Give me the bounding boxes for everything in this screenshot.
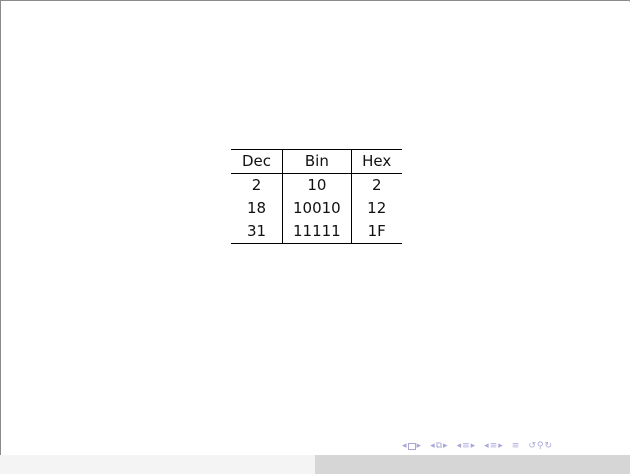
nav-next-slide-icon[interactable]: ▸: [498, 441, 503, 451]
cell-bin: 10010: [282, 197, 352, 220]
toc-nav-group: ≡: [512, 441, 520, 451]
nav-forward-icon[interactable]: ↻: [544, 441, 552, 451]
header-hex: Hex: [362, 152, 392, 170]
nav-section-icon[interactable]: ⧉: [436, 441, 442, 451]
cell-dec: 18: [246, 199, 267, 217]
nav-toc-icon[interactable]: ≡: [512, 441, 520, 451]
cell-hex: 12: [367, 199, 387, 217]
nav-back-icon[interactable]: ↺: [528, 441, 536, 451]
cell-bin: 10: [282, 173, 352, 197]
nav-last-icon[interactable]: ▸: [417, 441, 422, 451]
slide-nav-group: ◂ ≡ ▸: [484, 441, 503, 451]
nav-frame-icon[interactable]: [407, 442, 416, 450]
cell-dec: 31: [246, 222, 267, 240]
nav-next-subsection-icon[interactable]: ▸: [471, 441, 476, 451]
nav-prev-slide-icon[interactable]: ◂: [484, 441, 489, 451]
table-row: 18 10010 12: [231, 197, 402, 220]
nav-search-icon[interactable]: ⚲: [537, 441, 544, 451]
nav-slide-icon[interactable]: ≡: [490, 441, 498, 451]
header-dec: Dec: [241, 152, 272, 170]
conversion-table: Dec Bin Hex 2 10 2 18 10010 12 31 11111 …: [231, 149, 402, 244]
window-frame: Dec Bin Hex 2 10 2 18 10010 12 31 11111 …: [0, 0, 630, 474]
header-bin: Bin: [282, 149, 352, 174]
nav-prev-subsection-icon[interactable]: ◂: [457, 441, 462, 451]
nav-prev-section-icon[interactable]: ◂: [430, 441, 435, 451]
table-header-row: Dec Bin Hex: [231, 149, 402, 174]
nav-first-icon[interactable]: ◂: [402, 441, 407, 451]
search-nav-group: ↺ ⚲ ↻: [528, 441, 552, 451]
slide: Dec Bin Hex 2 10 2 18 10010 12 31 11111 …: [2, 2, 630, 456]
beamer-navigation-bar: ◂ ▸ ◂ ⧉ ▸ ◂ ≡ ▸ ◂ ≡ ▸ ≡ ↺ ⚲ ↻: [402, 439, 557, 453]
frame-nav-group: ◂ ▸: [402, 441, 421, 451]
table-row: 31 11111 1F: [231, 220, 402, 244]
table-row: 2 10 2: [231, 173, 402, 197]
subsection-nav-group: ◂ ≡ ▸: [457, 441, 476, 451]
cell-dec: 2: [251, 176, 262, 194]
nav-next-section-icon[interactable]: ▸: [443, 441, 448, 451]
cell-hex: 2: [371, 176, 382, 194]
nav-subsection-icon[interactable]: ≡: [462, 441, 470, 451]
scrollbar-thumb[interactable]: [315, 455, 630, 474]
horizontal-scrollbar[interactable]: [0, 455, 630, 474]
cell-bin: 11111: [282, 220, 352, 244]
section-nav-group: ◂ ⧉ ▸: [430, 441, 448, 451]
cell-hex: 1F: [367, 222, 386, 240]
